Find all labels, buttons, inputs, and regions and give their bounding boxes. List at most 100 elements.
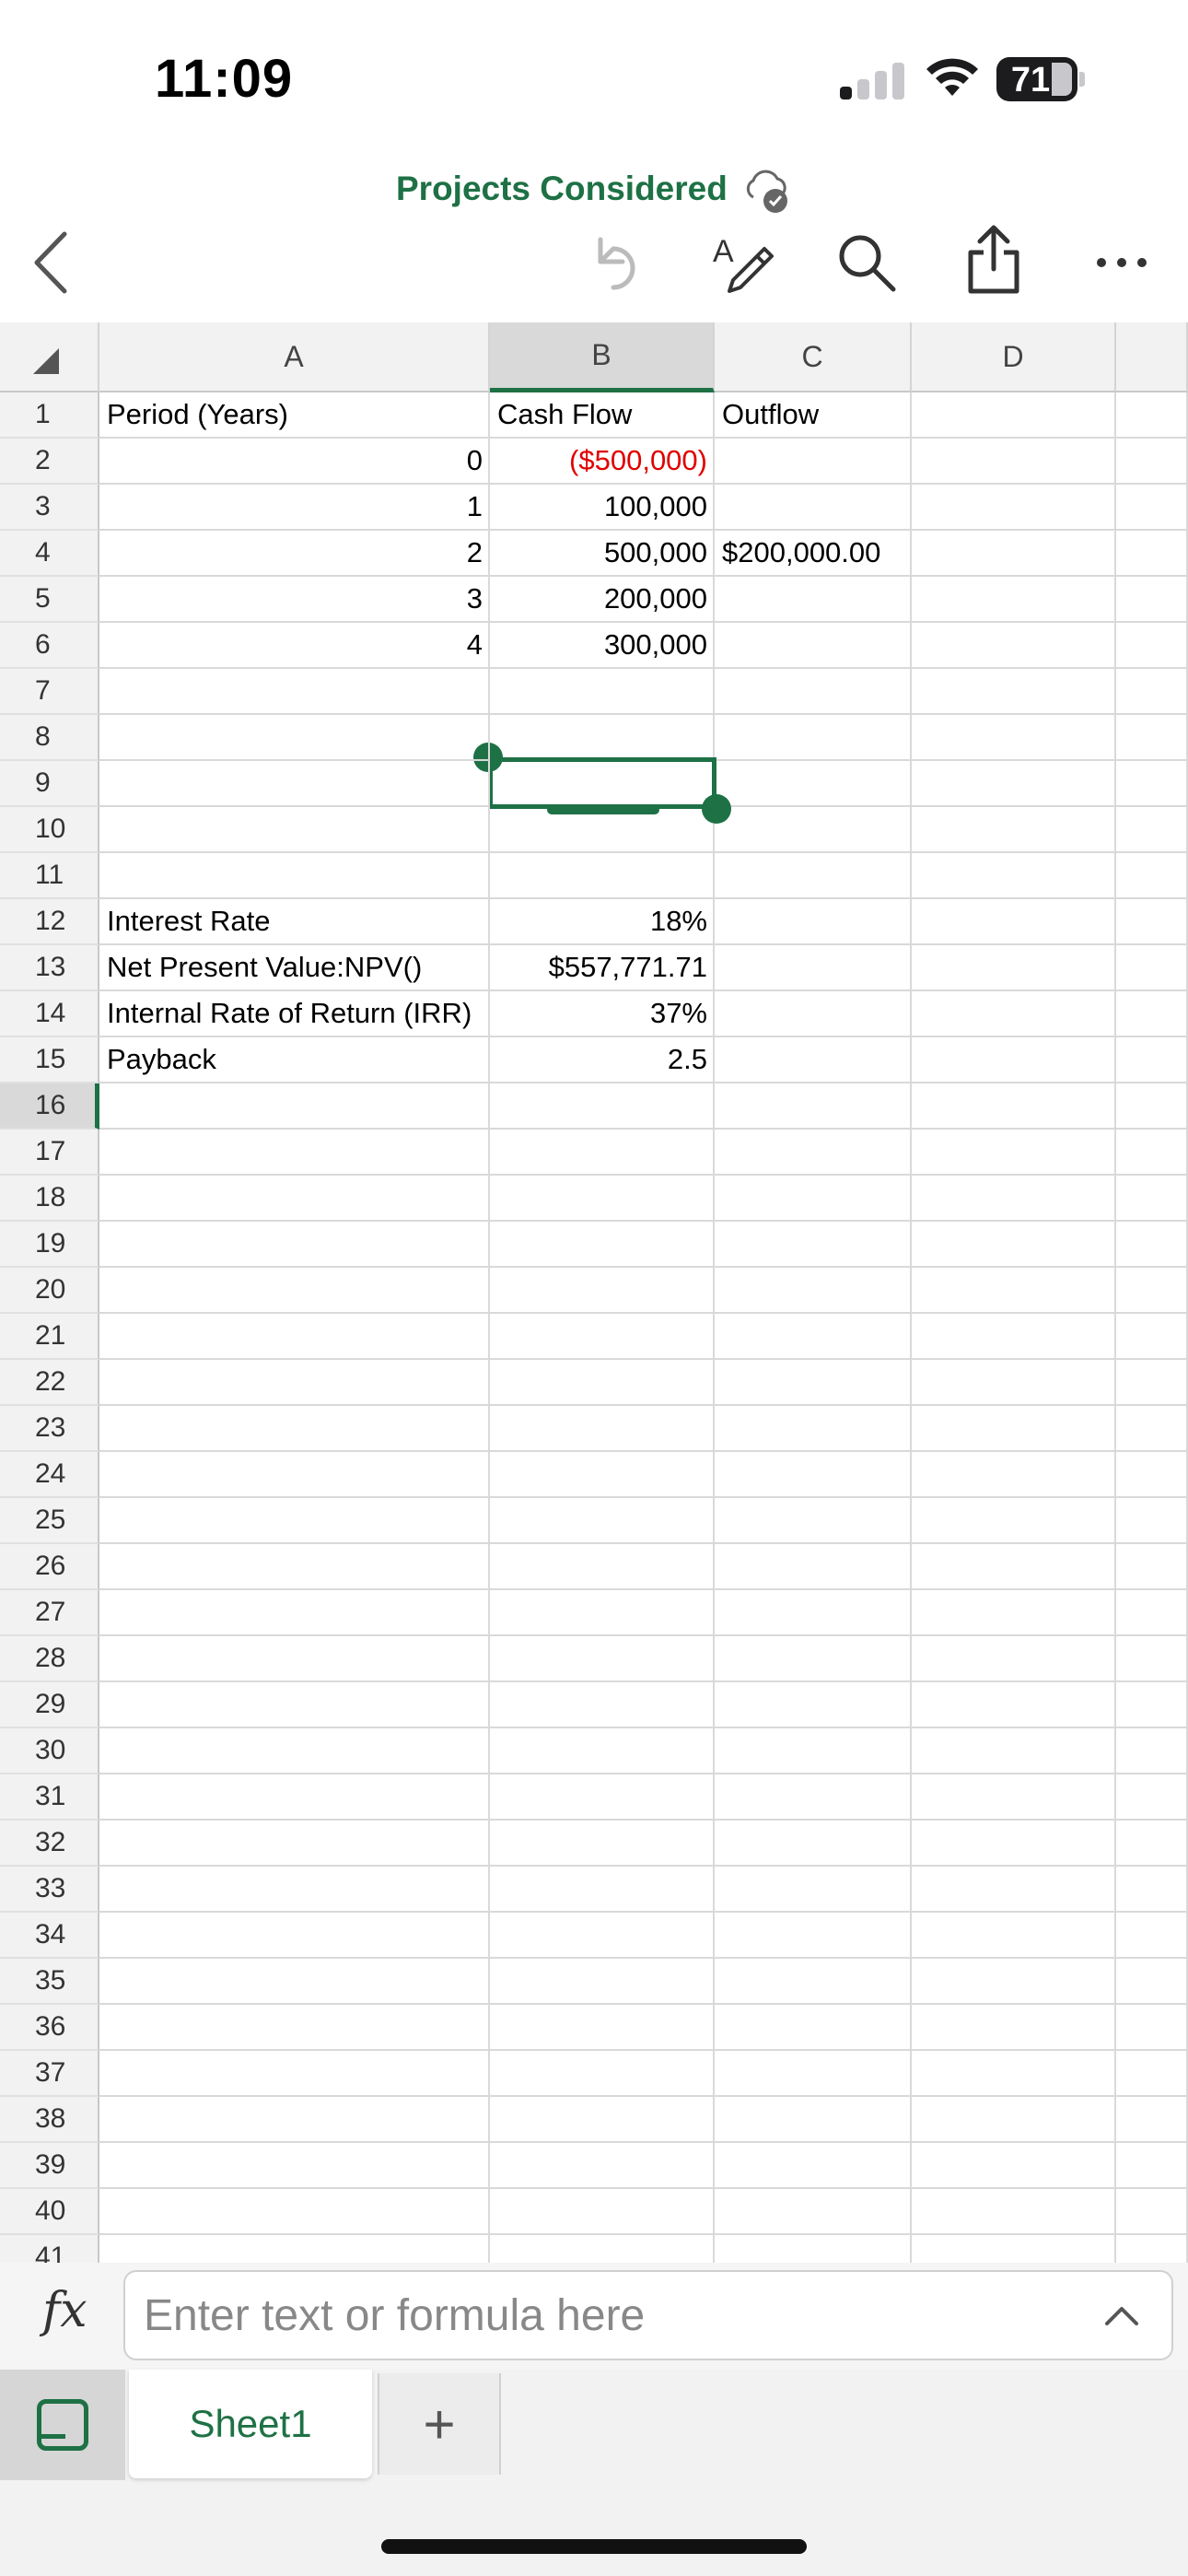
cell-e17[interactable] — [1116, 1130, 1188, 1176]
cell-d4[interactable] — [912, 531, 1116, 577]
cell-c10[interactable] — [715, 807, 912, 853]
cell-b4[interactable]: 500,000 — [490, 531, 715, 577]
cell-c37[interactable] — [715, 2051, 912, 2097]
cell-a27[interactable] — [99, 1590, 490, 1636]
cell-a31[interactable] — [99, 1774, 490, 1821]
cell-c39[interactable] — [715, 2143, 912, 2189]
cell-a12[interactable]: Interest Rate — [99, 899, 490, 945]
row-header[interactable]: 7 — [0, 669, 99, 715]
back-chevron-icon[interactable] — [28, 230, 74, 295]
cell-b33[interactable] — [490, 1867, 715, 1913]
row-header[interactable]: 18 — [0, 1176, 99, 1222]
cell-b15[interactable]: 2.5 — [490, 1037, 715, 1083]
row-header[interactable]: 38 — [0, 2097, 99, 2143]
cell-a24[interactable] — [99, 1452, 490, 1498]
cell-d16[interactable] — [912, 1083, 1116, 1130]
row-header[interactable]: 33 — [0, 1867, 99, 1913]
cell-d8[interactable] — [912, 715, 1116, 761]
cell-d34[interactable] — [912, 1913, 1116, 1959]
cell-d30[interactable] — [912, 1728, 1116, 1774]
column-header-d[interactable]: D — [912, 322, 1116, 392]
cell-b24[interactable] — [490, 1452, 715, 1498]
cell-a34[interactable] — [99, 1913, 490, 1959]
cell-d2[interactable] — [912, 439, 1116, 485]
cell-e36[interactable] — [1116, 2005, 1188, 2051]
cell-c38[interactable] — [715, 2097, 912, 2143]
cell-d20[interactable] — [912, 1268, 1116, 1314]
cell-a40[interactable] — [99, 2189, 490, 2235]
cell-a37[interactable] — [99, 2051, 490, 2097]
cell-d23[interactable] — [912, 1406, 1116, 1452]
cell-a6[interactable]: 4 — [99, 623, 490, 669]
cell-d25[interactable] — [912, 1498, 1116, 1544]
cell-c24[interactable] — [715, 1452, 912, 1498]
row-header[interactable]: 1 — [0, 392, 99, 439]
row-header[interactable]: 40 — [0, 2189, 99, 2235]
cell-e41[interactable] — [1116, 2235, 1188, 2263]
cell-b14[interactable]: 37% — [490, 991, 715, 1037]
cell-d12[interactable] — [912, 899, 1116, 945]
row-header[interactable]: 27 — [0, 1590, 99, 1636]
cell-d18[interactable] — [912, 1176, 1116, 1222]
row-header[interactable]: 16 — [0, 1083, 99, 1130]
cell-b9[interactable] — [490, 761, 715, 807]
cloud-saved-icon[interactable] — [740, 164, 792, 216]
cell-d36[interactable] — [912, 2005, 1116, 2051]
cell-e26[interactable] — [1116, 1544, 1188, 1590]
cell-c33[interactable] — [715, 1867, 912, 1913]
cell-d41[interactable] — [912, 2235, 1116, 2263]
tab-sheet1[interactable]: Sheet1 — [129, 2370, 372, 2478]
row-header[interactable]: 12 — [0, 899, 99, 945]
row-header[interactable]: 39 — [0, 2143, 99, 2189]
cell-a10[interactable] — [99, 807, 490, 853]
cell-d39[interactable] — [912, 2143, 1116, 2189]
cell-b32[interactable] — [490, 1821, 715, 1867]
cell-e39[interactable] — [1116, 2143, 1188, 2189]
fx-icon[interactable]: fx — [42, 2283, 87, 2338]
cell-e40[interactable] — [1116, 2189, 1188, 2235]
cell-d33[interactable] — [912, 1867, 1116, 1913]
cell-e24[interactable] — [1116, 1452, 1188, 1498]
cell-d31[interactable] — [912, 1774, 1116, 1821]
row-header[interactable]: 36 — [0, 2005, 99, 2051]
cell-c36[interactable] — [715, 2005, 912, 2051]
row-header[interactable]: 22 — [0, 1360, 99, 1406]
share-icon[interactable] — [961, 223, 1026, 297]
cell-a17[interactable] — [99, 1130, 490, 1176]
add-sheet-button[interactable]: + — [378, 2373, 501, 2475]
cell-a36[interactable] — [99, 2005, 490, 2051]
draw-pen-icon[interactable]: A — [711, 230, 779, 299]
cell-a32[interactable] — [99, 1821, 490, 1867]
search-icon[interactable] — [834, 230, 899, 295]
cell-a41[interactable] — [99, 2235, 490, 2263]
row-header[interactable]: 17 — [0, 1130, 99, 1176]
cell-e1[interactable] — [1116, 392, 1188, 439]
cell-b11[interactable] — [490, 853, 715, 899]
cell-a20[interactable] — [99, 1268, 490, 1314]
cell-d28[interactable] — [912, 1636, 1116, 1682]
cell-a1[interactable]: Period (Years) — [99, 392, 490, 439]
cell-c30[interactable] — [715, 1728, 912, 1774]
cell-a9[interactable] — [99, 761, 490, 807]
row-header[interactable]: 13 — [0, 945, 99, 991]
cell-b28[interactable] — [490, 1636, 715, 1682]
cell-a16[interactable] — [99, 1083, 490, 1130]
cell-d9[interactable] — [912, 761, 1116, 807]
chevron-up-icon[interactable] — [1101, 2298, 1142, 2335]
cell-e18[interactable] — [1116, 1176, 1188, 1222]
cell-c1[interactable]: Outflow — [715, 392, 912, 439]
cell-e23[interactable] — [1116, 1406, 1188, 1452]
more-icon[interactable] — [1094, 249, 1149, 276]
cell-b38[interactable] — [490, 2097, 715, 2143]
select-all-corner[interactable] — [0, 322, 99, 392]
row-header[interactable]: 3 — [0, 485, 99, 531]
cell-b1[interactable]: Cash Flow — [490, 392, 715, 439]
row-header[interactable]: 29 — [0, 1682, 99, 1728]
cell-d10[interactable] — [912, 807, 1116, 853]
cell-b19[interactable] — [490, 1222, 715, 1268]
cell-d17[interactable] — [912, 1130, 1116, 1176]
cell-e32[interactable] — [1116, 1821, 1188, 1867]
cell-c9[interactable] — [715, 761, 912, 807]
cell-c2[interactable] — [715, 439, 912, 485]
row-header[interactable]: 28 — [0, 1636, 99, 1682]
